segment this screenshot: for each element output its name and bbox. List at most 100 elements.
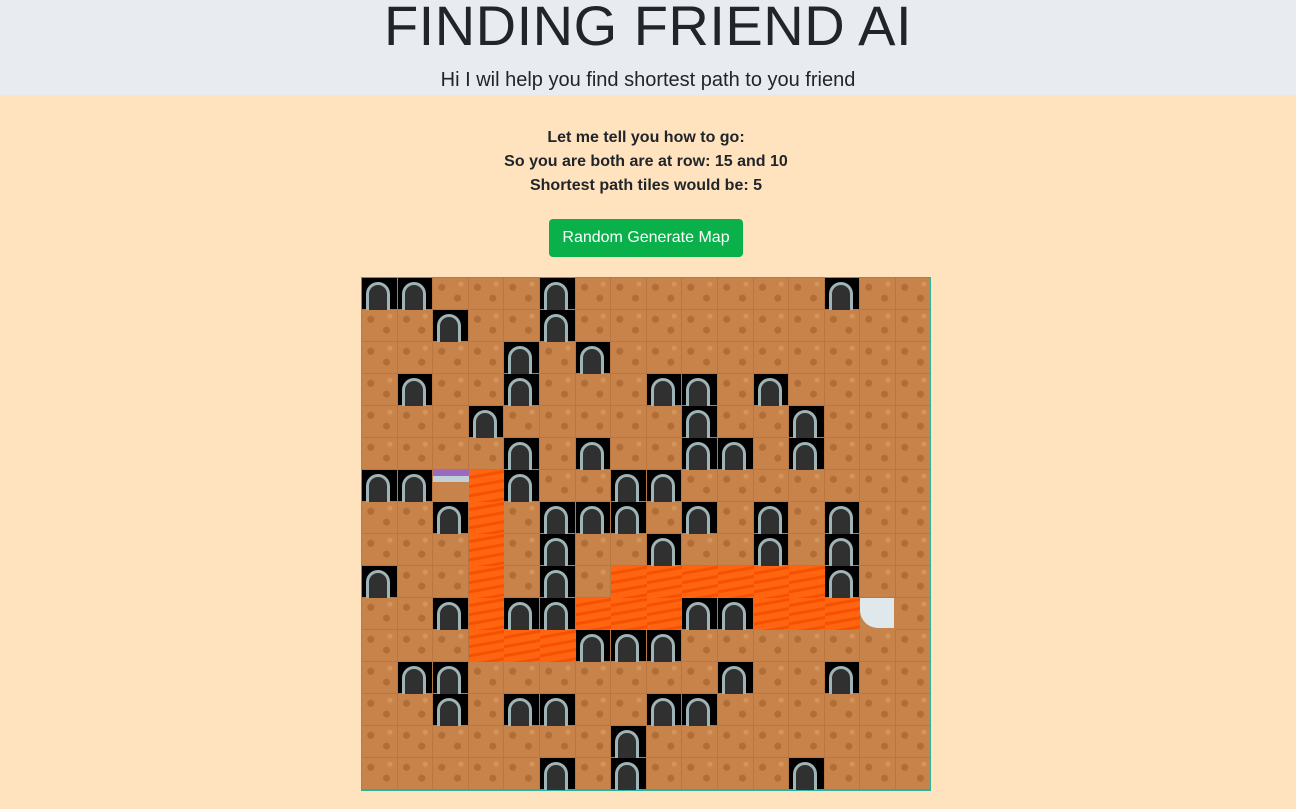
- map-row: [362, 758, 930, 790]
- dirt-tile: [575, 726, 612, 758]
- dirt-tile: [895, 534, 930, 566]
- dirt-tile: [575, 534, 612, 566]
- dirt-tile: [789, 662, 825, 694]
- dirt-tile: [575, 278, 612, 310]
- dirt-tile: [362, 342, 398, 374]
- path-tile: [504, 630, 540, 662]
- dirt-tile: [468, 278, 505, 310]
- door-tile: [433, 598, 469, 630]
- dirt-tile: [646, 438, 683, 470]
- door-tile: [362, 470, 398, 502]
- door-tile: [575, 438, 612, 470]
- dirt-tile: [895, 438, 930, 470]
- path-tile: [611, 566, 647, 598]
- dirt-tile: [433, 726, 469, 758]
- dirt-tile: [895, 726, 930, 758]
- door-tile: [824, 278, 861, 310]
- page-subtitle: Hi I wil help you find shortest path to …: [440, 69, 856, 91]
- door-tile: [575, 502, 612, 534]
- door-tile: [362, 566, 398, 598]
- dirt-tile: [895, 662, 930, 694]
- door-tile: [611, 502, 647, 534]
- page-title: FINDING FRIEND AI: [383, 0, 913, 57]
- dirt-tile: [682, 662, 718, 694]
- dirt-tile: [539, 342, 576, 374]
- dirt-tile: [539, 406, 576, 438]
- dirt-tile: [789, 534, 825, 566]
- door-tile: [717, 662, 754, 694]
- dirt-tile: [611, 694, 647, 726]
- door-tile: [753, 374, 790, 406]
- dirt-tile: [362, 310, 398, 342]
- door-tile: [753, 534, 790, 566]
- door-tile: [824, 566, 861, 598]
- door-tile: [611, 470, 647, 502]
- dirt-tile: [575, 694, 612, 726]
- dirt-tile: [468, 726, 505, 758]
- door-tile: [611, 630, 647, 662]
- dirt-tile: [397, 726, 434, 758]
- dirt-tile: [397, 598, 434, 630]
- dirt-tile: [824, 694, 861, 726]
- dirt-tile: [717, 758, 754, 790]
- dirt-tile: [362, 630, 398, 662]
- dirt-tile: [860, 438, 896, 470]
- dirt-tile: [362, 598, 398, 630]
- dirt-tile: [895, 310, 930, 342]
- path-tile: [717, 566, 754, 598]
- dirt-tile: [646, 758, 683, 790]
- door-tile: [789, 438, 825, 470]
- door-tile: [646, 630, 683, 662]
- dirt-tile: [397, 342, 434, 374]
- dirt-tile: [504, 406, 540, 438]
- dirt-tile: [860, 278, 896, 310]
- dirt-tile: [611, 374, 647, 406]
- dirt-tile: [860, 310, 896, 342]
- random-generate-map-button[interactable]: Random Generate Map: [549, 219, 743, 257]
- door-tile: [646, 694, 683, 726]
- door-tile: [789, 406, 825, 438]
- dirt-tile: [789, 342, 825, 374]
- door-tile: [682, 598, 718, 630]
- dirt-tile: [789, 470, 825, 502]
- door-tile: [611, 726, 647, 758]
- dirt-tile: [397, 438, 434, 470]
- map-row: [362, 278, 930, 310]
- dirt-tile: [860, 566, 896, 598]
- path-tile: [539, 630, 576, 662]
- dirt-tile: [789, 502, 825, 534]
- door-tile: [397, 278, 434, 310]
- dirt-tile: [824, 630, 861, 662]
- door-tile: [824, 534, 861, 566]
- dirt-tile: [539, 374, 576, 406]
- dirt-tile: [611, 406, 647, 438]
- dirt-tile: [753, 694, 790, 726]
- dirt-tile: [575, 310, 612, 342]
- dirt-tile: [362, 694, 398, 726]
- door-tile: [611, 758, 647, 790]
- door-tile: [717, 438, 754, 470]
- map-row: [362, 406, 930, 438]
- dirt-tile: [860, 534, 896, 566]
- door-tile: [539, 502, 576, 534]
- path-tile: [753, 566, 790, 598]
- instructions-panel: Let me tell you how to go: So you are bo…: [0, 126, 1292, 198]
- dirt-tile: [753, 310, 790, 342]
- shortest-path-info: Shortest path tiles would be: 5: [529, 177, 763, 194]
- door-tile: [468, 406, 505, 438]
- dirt-tile: [468, 310, 505, 342]
- dirt-tile: [362, 758, 398, 790]
- map-row: [362, 342, 930, 374]
- dirt-tile: [717, 726, 754, 758]
- dirt-tile: [895, 470, 930, 502]
- dirt-tile: [824, 310, 861, 342]
- door-tile: [433, 662, 469, 694]
- dirt-tile: [753, 406, 790, 438]
- door-tile: [575, 342, 612, 374]
- dirt-tile: [860, 406, 896, 438]
- dirt-tile: [611, 278, 647, 310]
- dirt-tile: [895, 342, 930, 374]
- dirt-tile: [717, 278, 754, 310]
- path-tile: [824, 598, 861, 630]
- dirt-tile: [682, 630, 718, 662]
